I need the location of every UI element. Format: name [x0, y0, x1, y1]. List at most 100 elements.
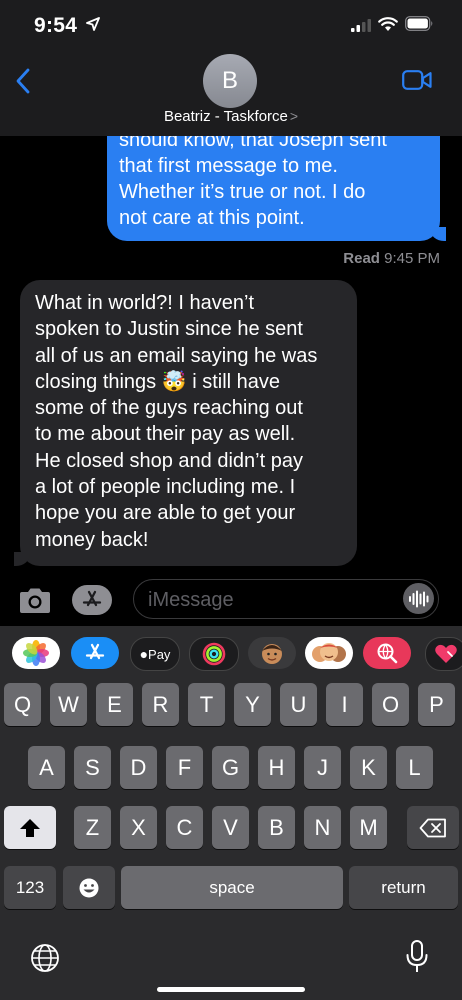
avatar-initial: B	[221, 67, 238, 94]
activity-icon[interactable]	[189, 637, 239, 671]
app-store-icon[interactable]	[71, 637, 119, 669]
numbers-key[interactable]: 123	[4, 866, 56, 909]
audio-message-button[interactable]	[403, 583, 434, 614]
key-c[interactable]: C	[166, 806, 203, 849]
contact-name-label: Beatriz - Taskforce	[163, 108, 288, 125]
message-line: What in world?! I haven’t	[35, 292, 254, 314]
key-s[interactable]: S	[74, 746, 111, 789]
wifi-icon	[378, 17, 398, 31]
message-line: all of us an email saying he was	[35, 344, 318, 367]
back-chevron-icon[interactable]	[16, 68, 30, 94]
key-o[interactable]: O	[372, 683, 409, 726]
backspace-icon	[419, 818, 446, 837]
home-indicator[interactable]	[157, 987, 305, 992]
read-label: Read	[343, 250, 380, 267]
key-h[interactable]: H	[258, 746, 295, 789]
message-line: a lot of people including me. I	[35, 476, 296, 499]
contact-avatar[interactable]: B	[203, 54, 257, 108]
message-line: spoken to Justin since he sent	[35, 318, 303, 341]
delete-key[interactable]	[407, 806, 459, 849]
keyboard: ● Pay Q W E R T Y U I O P A S D F G H J …	[0, 626, 462, 1000]
message-thread[interactable]: should know, that Joseph sent that first…	[0, 136, 462, 576]
memoji-icon[interactable]	[248, 637, 296, 669]
waveform-icon	[408, 590, 428, 607]
read-time: 9:45 PM	[384, 250, 440, 267]
app-store-icon	[82, 590, 102, 607]
heart-icon	[435, 644, 457, 663]
memoji-stickers-icon[interactable]	[305, 637, 353, 669]
key-p[interactable]: P	[418, 683, 455, 726]
app-store-glyph-icon	[85, 643, 105, 660]
photos-icon	[23, 640, 49, 666]
key-n[interactable]: N	[304, 806, 341, 849]
photos-app-icon[interactable]	[12, 637, 60, 669]
bubble-tail	[14, 552, 30, 566]
key-m[interactable]: M	[350, 806, 387, 849]
space-key[interactable]: space	[121, 866, 343, 909]
incoming-message-bubble[interactable]: What in world?! I haven’t spoken to Just…	[14, 280, 357, 566]
imessage-app-drawer: ● Pay	[0, 626, 462, 684]
key-k[interactable]: K	[350, 746, 387, 789]
globe-icon[interactable]	[30, 943, 60, 973]
shift-key[interactable]	[4, 806, 56, 849]
key-w[interactable]: W	[50, 683, 87, 726]
message-line: should know, that Joseph sent	[119, 136, 387, 151]
key-u[interactable]: U	[280, 683, 317, 726]
return-key[interactable]: return	[349, 866, 458, 909]
key-i[interactable]: I	[326, 683, 363, 726]
globe-search-icon	[377, 643, 398, 664]
status-bar: 9:54	[0, 0, 462, 50]
apple-pay-icon[interactable]: ● Pay	[130, 637, 180, 671]
location-arrow-icon	[86, 17, 100, 31]
facetime-video-icon[interactable]	[402, 70, 432, 90]
outgoing-message-bubble[interactable]: should know, that Joseph sent that first…	[107, 136, 446, 241]
activity-rings-icon	[202, 642, 226, 666]
key-z[interactable]: Z	[74, 806, 111, 849]
key-t[interactable]: T	[188, 683, 225, 726]
message-line: He closed shop and didn’t pay	[35, 449, 303, 472]
message-line: not care at this point.	[119, 207, 305, 229]
imessage-input[interactable]: iMessage	[133, 579, 439, 619]
microphone-icon[interactable]	[405, 940, 429, 974]
bubble-tail	[430, 227, 446, 241]
cellular-signal-icon	[351, 19, 371, 32]
image-search-icon[interactable]	[363, 637, 411, 669]
message-line: to me about their pay as well.	[35, 423, 296, 446]
battery-icon	[405, 16, 433, 31]
message-line: Whether it’s true or not. I do	[119, 181, 366, 203]
conversation-header: B Beatriz - Taskforce >	[0, 50, 462, 136]
key-v[interactable]: V	[212, 806, 249, 849]
digital-touch-icon[interactable]	[425, 637, 462, 671]
read-receipt: Read 9:45 PM	[343, 250, 440, 267]
memoji-group-icon	[312, 643, 346, 662]
key-l[interactable]: L	[396, 746, 433, 789]
composer-bar: iMessage	[0, 576, 462, 626]
key-a[interactable]: A	[28, 746, 65, 789]
message-line: closing things 🤯 i still have	[35, 370, 281, 393]
message-line: hope you are able to get your	[35, 502, 296, 525]
message-line: that first message to me.	[119, 155, 338, 177]
message-line: some of the guys reaching out	[35, 397, 303, 420]
app-store-button[interactable]	[72, 585, 112, 615]
emoji-icon	[79, 878, 99, 897]
key-b[interactable]: B	[258, 806, 295, 849]
key-g[interactable]: G	[212, 746, 249, 789]
imessage-placeholder: iMessage	[148, 589, 234, 611]
shift-arrow-icon	[20, 818, 40, 837]
apple-pay-label: Pay	[148, 646, 171, 662]
key-f[interactable]: F	[166, 746, 203, 789]
key-q[interactable]: Q	[4, 683, 41, 726]
key-d[interactable]: D	[120, 746, 157, 789]
chevron-right-icon: >	[289, 108, 299, 124]
key-x[interactable]: X	[120, 806, 157, 849]
key-e[interactable]: E	[96, 683, 133, 726]
message-line: money back!	[35, 528, 149, 551]
contact-name[interactable]: Beatriz - Taskforce >	[0, 108, 462, 125]
camera-icon[interactable]	[17, 586, 53, 616]
key-r[interactable]: R	[142, 683, 179, 726]
status-time: 9:54	[34, 14, 78, 37]
emoji-key[interactable]	[63, 866, 115, 909]
key-y[interactable]: Y	[234, 683, 271, 726]
key-j[interactable]: J	[304, 746, 341, 789]
memoji-face-icon	[262, 644, 282, 664]
